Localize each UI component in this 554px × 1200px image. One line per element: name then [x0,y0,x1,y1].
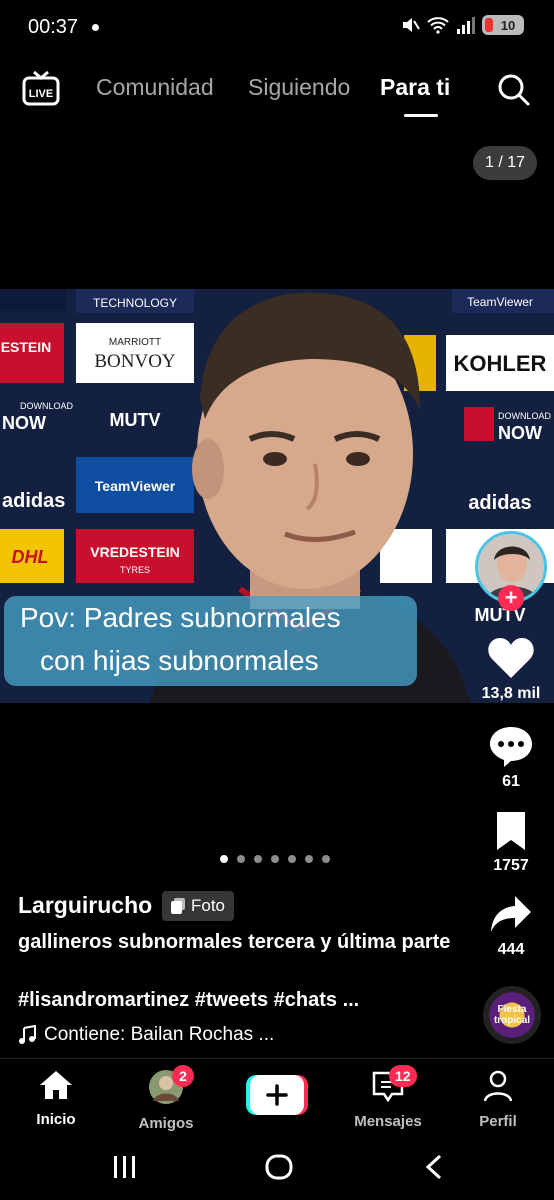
system-nav-bar [114,1154,442,1180]
music-note-icon [19,1025,36,1044]
nav-home-label: Inicio [36,1111,76,1128]
sponsor-now-left: NOW [2,413,46,433]
share-button[interactable]: 444 [476,894,546,959]
caption-line-2: con hijas subnormales [40,645,319,676]
like-button[interactable]: 13,8 mil [476,636,546,703]
search-icon[interactable] [496,72,532,108]
messages-badge: 12 [389,1065,417,1087]
follow-plus-icon[interactable]: + [498,585,524,611]
svg-text:adidas: adidas [2,490,65,512]
svg-text:LIVE: LIVE [29,88,53,100]
svg-text:NOW: NOW [498,423,542,443]
wifi-icon [427,17,449,34]
tab-para-ti[interactable]: Para ti [380,74,450,101]
carousel-dot[interactable] [305,855,313,863]
heart-icon [488,638,534,678]
photo-type-tag: Foto [162,891,235,921]
top-nav: LIVE Comunidad Siguiendo Para ti [0,60,554,120]
share-count: 444 [497,941,525,958]
comment-count: 61 [502,773,520,790]
svg-text:DOWNLOAD: DOWNLOAD [498,411,552,421]
comment-button[interactable]: 61 [476,724,546,791]
music-label: Contiene: Bailan Rochas ... [44,1024,275,1045]
home-system-icon[interactable] [265,1154,293,1180]
author-name[interactable]: Larguirucho [18,892,152,919]
carousel-dots [220,855,330,863]
home-icon [40,1071,72,1099]
active-tab-indicator [404,114,438,117]
photo-counter: 1 / 17 [473,146,537,180]
music-row[interactable]: Contiene: Bailan Rochas ... [18,1024,274,1046]
tab-comunidad[interactable]: Comunidad [96,74,214,101]
sponsor-dhl: DHL [12,547,49,567]
sponsor-download-left: DOWNLOAD [20,401,74,411]
profile-icon [483,1070,513,1102]
disc-label: Fiesta tropical [493,1004,531,1026]
sponsor-tyres: TYRES [120,565,150,575]
post-photo[interactable]: TECHNOLOGY MARRIOTT BONVOY ESTEIN KOHLER… [0,289,554,703]
save-count: 1757 [493,857,529,874]
live-icon[interactable]: LIVE [22,70,60,106]
like-count: 13,8 mil [481,685,541,702]
status-icons: 10 [400,15,524,35]
battery-icon: 10 [482,15,524,35]
post-hashtags[interactable]: #lisandromartinez #tweets #chats ... [18,989,359,1012]
sponsor-marriott: MARRIOTT [109,337,161,348]
status-bar: 00:37 10 [0,0,554,56]
tab-siguiendo[interactable]: Siguiendo [248,74,350,101]
nav-messages-label: Mensajes [354,1113,422,1130]
notification-dot [92,24,99,31]
bookmark-icon [497,812,525,850]
carousel-dot[interactable] [288,855,296,863]
sponsor-adidas-right: adidas [468,492,531,514]
sponsor-estein: ESTEIN [1,339,52,355]
carousel-dot-active[interactable] [220,855,228,863]
share-arrow-icon [491,896,531,932]
create-button[interactable] [246,1075,308,1115]
photo-type-label: Foto [191,896,226,915]
music-disc[interactable]: Fiesta tropical [483,986,541,1044]
nav-friends-label: Amigos [138,1115,194,1132]
comment-icon [490,727,532,767]
recent-apps-icon[interactable] [114,1156,135,1178]
post-description[interactable]: gallineros subnormales tercera y última … [18,929,458,956]
nav-profile-label: Perfil [479,1113,517,1130]
back-icon[interactable] [425,1154,442,1180]
sponsor-mutv: MUTV [110,410,161,430]
carousel-dot[interactable] [271,855,279,863]
signal-icon [457,17,475,34]
caption-line-1: Pov: Padres subnormales [20,602,341,633]
carousel-dot[interactable] [254,855,262,863]
nav-home[interactable]: Inicio [6,1069,106,1128]
photo-stack-icon [171,898,185,914]
sponsor-teamviewer: TeamViewer [95,478,176,494]
sponsor-vredestein: VREDESTEIN [90,544,179,560]
save-button[interactable]: 1757 [476,810,546,875]
battery-level: 10 [500,17,516,33]
clock: 00:37 [28,16,79,38]
sponsor-technology: TECHNOLOGY [93,296,177,310]
nav-messages[interactable]: Mensajes [338,1069,438,1130]
sponsor-kohler: KOHLER [454,351,547,376]
nav-profile[interactable]: Perfil [448,1069,548,1130]
sponsor-bonvoy: BONVOY [94,351,176,372]
mute-icon [403,18,420,32]
carousel-dot[interactable] [237,855,245,863]
svg-text:TeamViewer: TeamViewer [467,295,533,309]
friends-badge: 2 [172,1065,194,1087]
nav-friends[interactable]: Amigos [116,1069,216,1132]
carousel-dot[interactable] [322,855,330,863]
